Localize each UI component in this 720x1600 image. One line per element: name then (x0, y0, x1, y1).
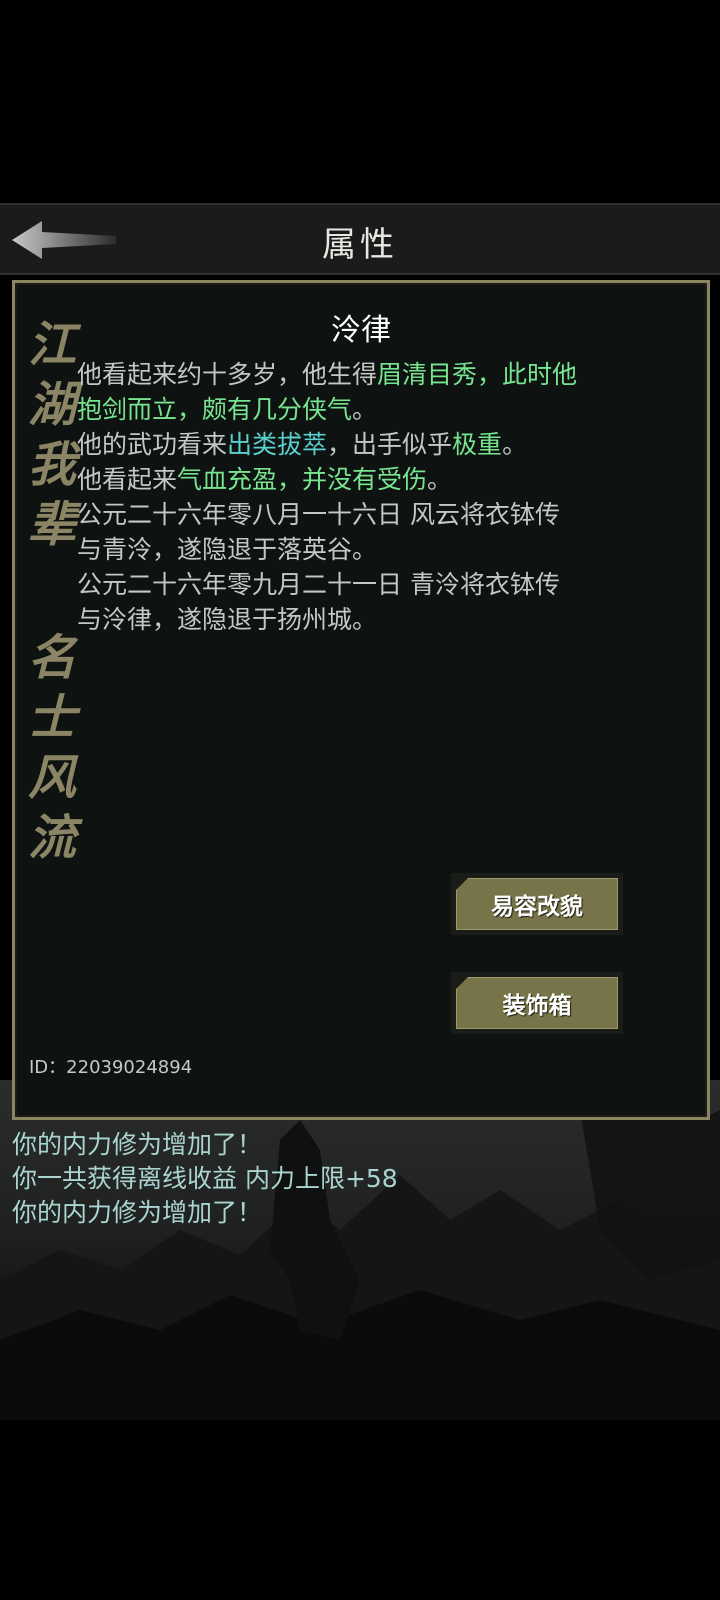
description-text: 。 (352, 395, 378, 424)
description-text: 他的武功看来 (77, 430, 228, 459)
description-text: 他看起来 (77, 465, 178, 494)
calligraphy-char: 名 (27, 630, 76, 686)
character-description: 他看起来约十多岁，他生得眉清目秀，此时他 抱剑而立，颇有几分侠气。 他的武功看来出类… (77, 357, 647, 637)
description-text: 与泠律，遂隐退于扬州城。 (77, 605, 378, 634)
description-line: 与泠律，遂隐退于扬州城。 (77, 602, 647, 637)
decorative-calligraphy-top: 江 湖 我 辈 (23, 315, 81, 555)
header-bar: 属性 (0, 203, 720, 275)
description-line: 公元二十六年零八月一十六日 风云将衣钵传 (77, 497, 647, 532)
description-text: 与青泠，遂隐退于落英谷。 (77, 535, 378, 564)
calligraphy-char: 流 (27, 810, 76, 866)
calligraphy-char: 我 (27, 437, 76, 493)
log-entry: 你的内力修为增加了！ (12, 1198, 263, 1227)
description-text: 公元二十六年零八月一十六日 风云将衣钵传 (77, 500, 560, 529)
description-text: 公元二十六年零九月二十一日 青泠将衣钵传 (77, 570, 560, 599)
description-line: 他看起来约十多岁，他生得眉清目秀，此时他 (77, 357, 647, 392)
player-id: ID：22039024894 (29, 1057, 193, 1078)
log-entry: 你的内力修为增加了！ (12, 1130, 263, 1159)
decoration-box-button[interactable]: 装饰箱 (451, 972, 623, 1034)
change-appearance-button[interactable]: 易容改貌 (451, 873, 623, 935)
decoration-box-label: 装饰箱 (456, 977, 618, 1029)
description-highlight: 极重 (452, 430, 503, 459)
character-name: 泠律 (331, 313, 391, 348)
calligraphy-char: 风 (27, 750, 76, 806)
description-highlight: 眉清目秀，此时他 (377, 360, 578, 389)
decorative-calligraphy-bottom: 名 士 风 流 (23, 628, 81, 868)
log-entry: 你一共获得离线收益 内力上限+58 (12, 1164, 398, 1193)
description-text: 他看起来约十多岁，他生得 (77, 360, 378, 389)
description-highlight: 气血充盈，并没有受伤 (177, 465, 428, 494)
description-text: 。 (427, 465, 453, 494)
description-line: 他的武功看来出类拔萃，出手似乎极重。 (77, 427, 647, 462)
description-highlight: 抱剑而立，颇有几分侠气 (77, 395, 353, 424)
description-highlight: 出类拔萃 (227, 430, 328, 459)
description-text: ，出手似乎 (327, 430, 453, 459)
calligraphy-char: 辈 (27, 497, 76, 553)
change-appearance-label: 易容改貌 (456, 878, 618, 930)
attribute-panel: 江 湖 我 辈 名 士 风 流 泠律 他看起来约十多岁，他生得眉清目秀，此时他抱… (12, 280, 710, 1120)
calligraphy-char: 士 (27, 690, 76, 746)
page-title: 属性 (322, 225, 398, 265)
description-line: 他看起来气血充盈，并没有受伤。 (77, 462, 647, 497)
description-line: 公元二十六年零九月二十一日 青泠将衣钵传 (77, 567, 647, 602)
calligraphy-char: 湖 (27, 377, 76, 433)
description-text: 。 (502, 430, 528, 459)
description-line: 抱剑而立，颇有几分侠气。 (77, 392, 647, 427)
description-line: 与青泠，遂隐退于落英谷。 (77, 532, 647, 567)
message-log: 你的内力修为增加了！ 你一共获得离线收益 内力上限+58 你的内力修为增加了！ (12, 1128, 712, 1230)
